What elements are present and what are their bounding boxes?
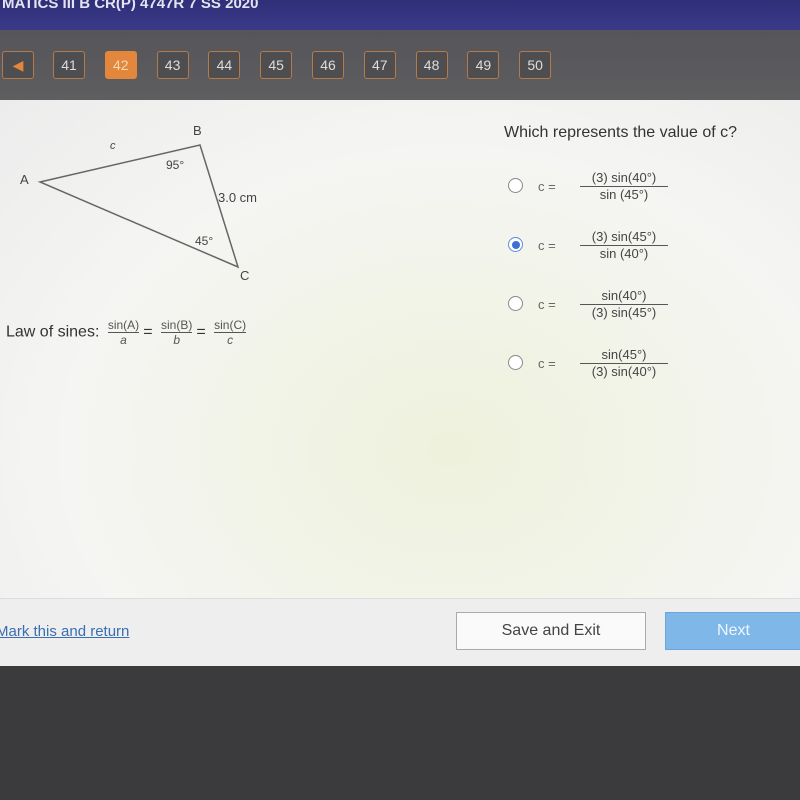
fraction-denominator: b: [173, 333, 180, 347]
angle-c-label: 45°: [195, 234, 214, 248]
law-of-sines: Law of sines: sin(A) a = sin(B) b = sin(C) c: [6, 318, 250, 347]
question-panel: B A C c 3.0 cm 95° 45° Law of sines: sin…: [0, 100, 800, 665]
fraction-numerator: sin(B): [160, 318, 193, 333]
triangle-left-icon: ◀: [12, 57, 24, 73]
answer-option[interactable]: c = sin(40°) (3) sin(45°): [508, 288, 688, 328]
option-denominator: (3) sin(45°): [591, 305, 657, 320]
answer-option[interactable]: c = (3) sin(40°) sin (45°): [508, 170, 688, 210]
question-text: Which represents the value of c?: [504, 124, 738, 141]
triangle-diagram: [37, 144, 240, 269]
fraction-numerator: sin(A): [107, 318, 140, 333]
option-lhs: c =: [538, 356, 556, 371]
vertex-a-label: A: [20, 172, 29, 187]
question-nav: ◀ 41 42 43 44 45 46 47 48 49 50: [0, 30, 800, 100]
page-button-43[interactable]: 43: [156, 51, 189, 79]
option-denominator: sin (45°): [599, 187, 649, 202]
mark-and-return-link[interactable]: Mark this and return: [0, 623, 129, 640]
page-button-49[interactable]: 49: [467, 51, 500, 79]
save-and-exit-button[interactable]: Save and Exit: [456, 612, 646, 650]
option-lhs: c =: [538, 179, 556, 194]
fraction-numerator: sin(C): [214, 318, 247, 333]
course-title: MATICS III B CR(P) 4747R 7 SS 2020: [2, 0, 259, 12]
vertex-c-label: C: [240, 268, 250, 283]
option-numerator: (3) sin(45°): [580, 229, 668, 246]
page-button-45[interactable]: 45: [260, 51, 293, 79]
option-lhs: c =: [538, 238, 556, 253]
page-button-50[interactable]: 50: [519, 51, 552, 79]
fraction-denominator: c: [227, 333, 234, 347]
answer-option[interactable]: c = sin(45°) (3) sin(40°): [508, 347, 688, 387]
page-button-48[interactable]: 48: [415, 51, 448, 79]
option-numerator: (3) sin(40°): [580, 170, 668, 187]
option-lhs: c =: [538, 297, 556, 312]
radio-button[interactable]: [508, 178, 523, 193]
law-label: Law of sines:: [6, 323, 100, 341]
option-denominator: (3) sin(40°): [591, 364, 657, 379]
next-button[interactable]: Next: [665, 612, 800, 650]
radio-button[interactable]: [508, 237, 523, 252]
option-denominator: sin (40°): [599, 246, 649, 261]
page-button-46[interactable]: 46: [312, 51, 344, 79]
page-button-47[interactable]: 47: [363, 51, 396, 79]
side-c-label: c: [110, 140, 116, 152]
equals-sign: =: [143, 323, 153, 341]
prev-button[interactable]: ◀: [2, 51, 34, 79]
equals-sign: =: [196, 323, 206, 341]
option-numerator: sin(40°): [580, 288, 668, 305]
page-button-44[interactable]: 44: [208, 51, 241, 79]
page-button-42[interactable]: 42: [104, 51, 137, 79]
side-bc-label: 3.0 cm: [218, 190, 258, 205]
vertex-b-label: B: [193, 123, 202, 138]
page-button-41[interactable]: 41: [53, 51, 85, 79]
option-numerator: sin(45°): [580, 347, 668, 364]
answer-option[interactable]: c = (3) sin(45°) sin (40°): [508, 229, 688, 269]
radio-button[interactable]: [508, 355, 523, 370]
fraction-denominator: a: [120, 333, 127, 347]
angle-b-label: 95°: [166, 158, 185, 172]
radio-button[interactable]: [508, 296, 523, 311]
course-title-bar: MATICS III B CR(P) 4747R 7 SS 2020: [0, 0, 800, 30]
